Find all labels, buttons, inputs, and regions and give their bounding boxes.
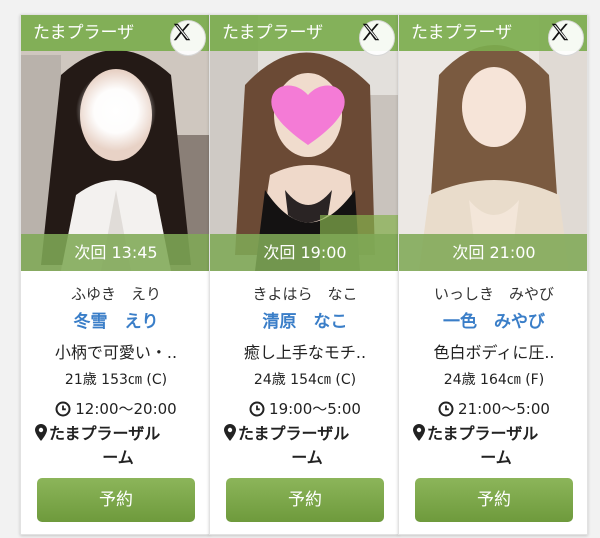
cast-name-kana: きよはら なこ [252, 285, 358, 303]
location-line2: ーム [480, 448, 512, 467]
cast-name[interactable]: 冬雪 えり [21, 307, 209, 332]
location-line1: たまプラーザル [49, 424, 161, 443]
location-pin-icon [35, 424, 47, 441]
next-available-time: 次回 21:00 [399, 234, 587, 271]
next-available-time: 次回 19:00 [210, 234, 398, 271]
cast-profile-spec: 24歳 164㎝ (F) [443, 372, 545, 388]
cast-photo[interactable]: たまプラーザ 次回 19:00 [210, 15, 398, 271]
hours-text: 12:00〜20:00 [75, 400, 177, 418]
x-logo-icon[interactable] [548, 20, 584, 56]
location-line1: たまプラーザル [427, 424, 539, 443]
cast-hours: 19:00〜5:00 [210, 398, 398, 419]
cast-hours: 12:00〜20:00 [21, 398, 209, 419]
clock-icon [438, 401, 454, 416]
location-line2: ーム [102, 448, 134, 467]
reserve-button[interactable]: 予約 [37, 478, 195, 522]
cast-name-kana: いっしき みやび [433, 285, 554, 303]
cast-photo[interactable]: たまプラーザ 次回 13:45 [21, 15, 209, 271]
hours-text: 21:00〜5:00 [458, 400, 550, 418]
x-logo-icon[interactable] [359, 20, 395, 56]
cast-name[interactable]: 清原 なこ [210, 307, 398, 332]
cast-catchphrase: 小柄で可愛い・.. [54, 343, 178, 362]
cast-card[interactable]: たまプラーザ 次回 19:00 きよはら なこ 清原 なこ 癒し上手なモチ.. … [209, 14, 399, 535]
clock-icon [249, 401, 265, 416]
cast-location: たまプラーザル ーム [413, 422, 579, 470]
cast-hours: 21:00〜5:00 [399, 398, 587, 419]
cast-name[interactable]: 一色 みやび [399, 307, 587, 332]
clock-icon [55, 401, 71, 416]
reserve-button[interactable]: 予約 [226, 478, 384, 522]
x-logo-icon[interactable] [170, 20, 206, 56]
cast-catchphrase: 癒し上手なモチ.. [243, 343, 367, 362]
location-line2: ーム [291, 448, 323, 467]
cast-profile-spec: 21歳 153㎝ (C) [64, 372, 168, 388]
cast-photo[interactable]: たまプラーザ 次回 21:00 [399, 15, 587, 271]
cast-card[interactable]: たまプラーザ 次回 21:00 いっしき みやび 一色 みやび 色白ボディに圧.… [398, 14, 588, 535]
location-pin-icon [413, 424, 425, 441]
cast-profile-spec: 24歳 154㎝ (C) [253, 372, 357, 388]
cast-location: たまプラーザル ーム [224, 422, 390, 470]
cast-card[interactable]: たまプラーザ 次回 13:45 ふゆき えり 冬雪 えり 小柄で可愛い・.. 2… [20, 14, 210, 535]
next-available-time: 次回 13:45 [21, 234, 209, 271]
cast-name-kana: ふゆき えり [70, 285, 161, 303]
hours-text: 19:00〜5:00 [269, 400, 361, 418]
location-pin-icon [224, 424, 236, 441]
cast-list: たまプラーザ 次回 13:45 ふゆき えり 冬雪 えり 小柄で可愛い・.. 2… [0, 0, 600, 538]
location-line1: たまプラーザル [238, 424, 350, 443]
cast-location: たまプラーザル ーム [35, 422, 201, 470]
cast-catchphrase: 色白ボディに圧.. [433, 343, 555, 362]
reserve-button[interactable]: 予約 [415, 478, 573, 522]
